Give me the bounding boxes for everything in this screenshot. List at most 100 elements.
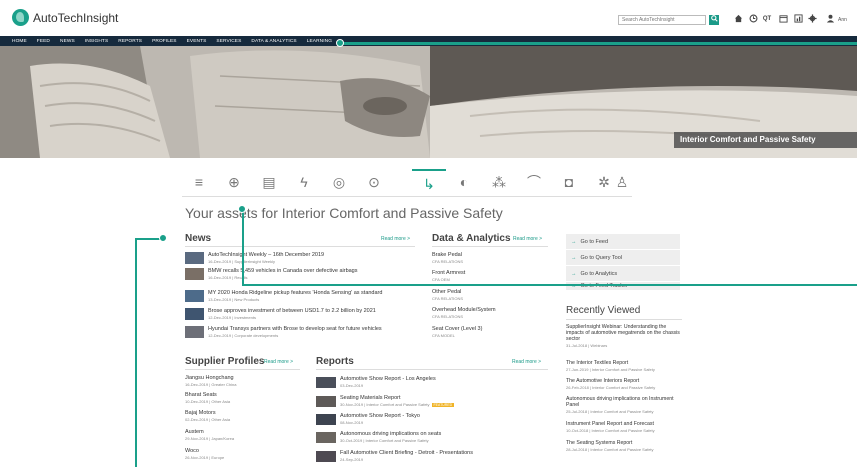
electrification-icon[interactable]: ϟ	[287, 169, 321, 196]
go-to-analytics-link[interactable]: → Go to Analytics	[566, 266, 680, 282]
data-analytics-title[interactable]: Overhead Module/System	[432, 307, 496, 313]
news-divider	[185, 246, 415, 247]
recently-viewed-item[interactable]: The Automotive Interiors Report 26-Feb-2…	[566, 378, 682, 390]
wiper-icon[interactable]: ⌒	[517, 169, 551, 196]
news-title[interactable]: MY 2020 Honda Ridgeline pickup features …	[208, 290, 382, 296]
report-title[interactable]: Automotive Show Report - Los Angeles	[340, 376, 436, 382]
recently-viewed-title[interactable]: SupplierInsight Webinar: Understanding t…	[566, 324, 682, 342]
nav-item-insights[interactable]: INSIGHTS	[85, 39, 108, 44]
recently-viewed-title[interactable]: The Seating Systems Report	[566, 440, 682, 446]
report-item[interactable]: Autonomous driving implications on seats…	[316, 431, 526, 445]
safety-icon[interactable]: ⊙	[357, 169, 391, 196]
reports-read-more[interactable]: Read more >	[512, 359, 541, 365]
recently-viewed-item[interactable]: SupplierInsight Webinar: Understanding t…	[566, 324, 682, 348]
nav-item-services[interactable]: SERVICES	[216, 39, 241, 44]
data-analytics-title[interactable]: Brake Pedal	[432, 252, 462, 258]
supplier-profile-item[interactable]: Bajaj Motors 02-Dec-2019 | Other Asia	[185, 410, 295, 422]
go-link-label: Go to Query Tool	[580, 255, 622, 261]
data-analytics-title[interactable]: Seat Cover (Level 3)	[432, 326, 482, 332]
recently-viewed-title[interactable]: The Interior Textiles Report	[566, 360, 682, 366]
chassis-icon[interactable]: ⊕	[217, 169, 251, 196]
logo[interactable]: AutoTechInsight	[12, 9, 118, 26]
home-icon[interactable]	[733, 14, 743, 25]
news-item[interactable]: AutoTechInsight Weekly – 16th December 2…	[185, 251, 405, 266]
news-read-more[interactable]: Read more >	[381, 236, 410, 242]
nav-item-reports[interactable]: REPORTS	[118, 39, 142, 44]
engine-icon[interactable]: ◘	[552, 169, 586, 196]
data-analytics-item[interactable]: Other Pedal CFA RELATIONS	[432, 289, 542, 304]
go-link-label: Go to Analytics	[580, 271, 618, 277]
supplier-profiles-heading: Supplier Profiles	[185, 356, 265, 367]
recently-viewed-item[interactable]: Instrument Panel Report and Forecast 10-…	[566, 421, 682, 433]
callout-dot-nav	[336, 39, 344, 47]
news-item[interactable]: Hyundai Transys partners with Brose to d…	[185, 325, 405, 340]
nav-item-events[interactable]: EVENTS	[187, 39, 207, 44]
nav-item-home[interactable]: HOME	[12, 39, 27, 44]
powertrain-icon[interactable]: ≡	[182, 169, 216, 196]
recently-viewed-item[interactable]: The Seating Systems Report 28-Jul-2018 |…	[566, 440, 682, 452]
nav-item-data-analytics[interactable]: DATA & ANALYTICS	[251, 39, 296, 44]
data-analytics-read-more[interactable]: Read more >	[513, 236, 542, 242]
molecule-icon[interactable]: ⁂	[482, 169, 516, 196]
data-analytics-item[interactable]: Brake Pedal CFA RELATIONS	[432, 252, 542, 267]
data-analytics-item[interactable]: Front Armrest CFA OEM	[432, 270, 542, 285]
news-item[interactable]: BMW recalls 5,459 vehicles in Canada ove…	[185, 267, 405, 282]
news-title[interactable]: AutoTechInsight Weekly – 16th December 2…	[208, 252, 324, 258]
go-to-query-tool-link[interactable]: → Go to Query Tool	[566, 250, 680, 266]
nav-item-learning[interactable]: LEARNING	[307, 39, 332, 44]
person-icon[interactable]: ♙	[612, 169, 632, 196]
search-input[interactable]	[618, 15, 706, 25]
data-analytics-title[interactable]: Other Pedal	[432, 289, 461, 295]
nav-item-news[interactable]: NEWS	[60, 39, 75, 44]
nav-item-profiles[interactable]: PROFILES	[152, 39, 177, 44]
report-item[interactable]: Fall Automotive Client Briefing - Detroi…	[316, 450, 526, 464]
report-title[interactable]: Autonomous driving implications on seats	[340, 431, 441, 437]
report-title[interactable]: Fall Automotive Client Briefing - Detroi…	[340, 450, 473, 456]
recently-viewed-meta: 28-Jul-2018 | Interior Comfort and Passi…	[566, 447, 654, 452]
news-title[interactable]: Brose approves investment of between USD…	[208, 308, 376, 314]
supplier-profile-item[interactable]: Jiangsu Hongchang 16-Dec-2019 | Greater …	[185, 375, 295, 387]
battery-icon[interactable]: ▤	[252, 169, 286, 196]
supplier-profile-item[interactable]: Woco 26-Nov-2019 | Europe	[185, 448, 295, 460]
lighting-icon[interactable]: ◐	[447, 169, 481, 196]
chart-icon[interactable]	[793, 14, 803, 25]
report-item[interactable]: Automotive Show Report - Tokyo 08-Nov-20…	[316, 413, 526, 427]
seat-icon[interactable]: ↳	[412, 169, 446, 196]
user-name[interactable]: Ann	[838, 17, 847, 23]
news-item[interactable]: MY 2020 Honda Ridgeline pickup features …	[185, 289, 405, 304]
supplier-profile-item[interactable]: Austem 29-Nov-2019 | Japan/Korea	[185, 429, 295, 441]
nav-item-feed[interactable]: FEED	[37, 39, 50, 44]
callout-line-icons-vertical	[242, 209, 244, 285]
go-to-feed-link[interactable]: → Go to Feed	[566, 234, 680, 250]
recently-viewed-title[interactable]: The Automotive Interiors Report	[566, 378, 682, 384]
supplier-profile-title[interactable]: Bharat Seats	[185, 392, 295, 398]
news-title[interactable]: Hyundai Transys partners with Brose to d…	[208, 326, 382, 332]
report-item[interactable]: Automotive Show Report - Los Angeles 03-…	[316, 376, 526, 390]
data-analytics-title[interactable]: Front Armrest	[432, 270, 465, 276]
supplier-profile-title[interactable]: Jiangsu Hongchang	[185, 375, 295, 381]
query-tool-button[interactable]: QT	[762, 14, 772, 25]
data-analytics-item[interactable]: Overhead Module/System CFA RELATIONS	[432, 307, 542, 322]
supplier-profile-title[interactable]: Woco	[185, 448, 295, 454]
recently-viewed-item[interactable]: The Interior Textiles Report 27-Jun-2019…	[566, 360, 682, 372]
recently-viewed-meta: 10-Oct-2018 | Interior Comfort and Passi…	[566, 428, 655, 433]
recently-viewed-title[interactable]: Instrument Panel Report and Forecast	[566, 421, 682, 427]
gear-icon[interactable]	[807, 14, 817, 25]
connectivity-icon[interactable]: ◎	[322, 169, 356, 196]
user-icon[interactable]	[825, 14, 835, 25]
recently-viewed-title[interactable]: Autonomous driving implications on Instr…	[566, 396, 682, 408]
data-analytics-item[interactable]: Seat Cover (Level 3) CFA MODEL	[432, 326, 542, 341]
supplier-profile-item[interactable]: Bharat Seats 10-Dec-2019 | Other Asia	[185, 392, 295, 404]
supplier-profile-title[interactable]: Austem	[185, 429, 295, 435]
news-title[interactable]: BMW recalls 5,459 vehicles in Canada ove…	[208, 268, 358, 274]
supplier-profiles-read-more[interactable]: Read more >	[264, 359, 293, 365]
news-item[interactable]: Brose approves investment of between USD…	[185, 307, 405, 322]
report-title[interactable]: Seating Materials Report	[340, 395, 401, 401]
calendar-icon[interactable]	[778, 14, 788, 25]
history-icon[interactable]	[748, 14, 758, 25]
recently-viewed-item[interactable]: Autonomous driving implications on Instr…	[566, 396, 682, 414]
search-button[interactable]	[709, 15, 719, 25]
report-item[interactable]: Seating Materials Report 30-Nov-2019 | I…	[316, 395, 526, 409]
supplier-profile-title[interactable]: Bajaj Motors	[185, 410, 295, 416]
report-title[interactable]: Automotive Show Report - Tokyo	[340, 413, 420, 419]
